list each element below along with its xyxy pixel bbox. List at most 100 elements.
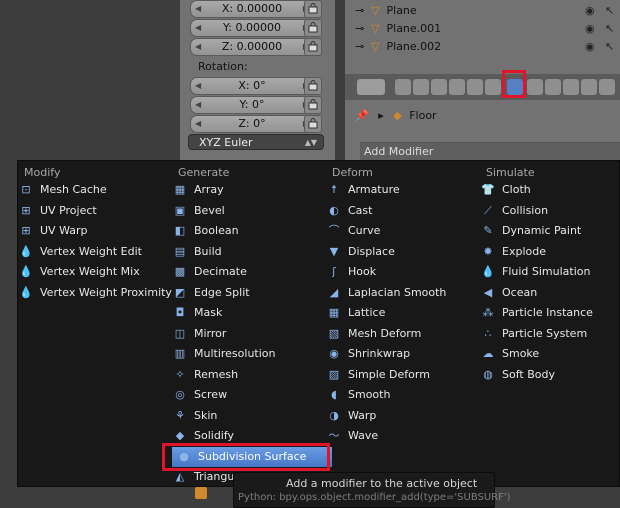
render-tab-icon[interactable] bbox=[395, 79, 411, 95]
menu-item-label: Fluid Simulation bbox=[502, 265, 591, 278]
decrement-arrow-icon[interactable]: ◀ bbox=[195, 1, 201, 17]
decrement-arrow-icon[interactable]: ◀ bbox=[195, 116, 201, 132]
menu-item-build[interactable]: ▤ Build bbox=[172, 242, 222, 262]
menu-item-label: Vertex Weight Mix bbox=[40, 265, 140, 278]
outliner-item[interactable]: ⊸▽ Plane.002 ◉ ↖ ▣ bbox=[355, 38, 620, 56]
outliner-item[interactable]: ⊸▽ Plane ◉ ↖ ▣ bbox=[355, 2, 620, 20]
menu-item-edge-split[interactable]: ◩ Edge Split bbox=[172, 283, 250, 303]
scene-tab-icon[interactable] bbox=[431, 79, 447, 95]
location-y-field[interactable]: ◀ Y: 0.00000 ▶ bbox=[190, 19, 314, 37]
lock-location-z-button[interactable] bbox=[304, 38, 322, 56]
menu-item-cast[interactable]: ◐ Cast bbox=[326, 201, 372, 221]
physics-tab-icon[interactable] bbox=[599, 79, 615, 95]
menu-item-bevel[interactable]: ▣ Bevel bbox=[172, 201, 225, 221]
data-tab-icon[interactable] bbox=[527, 79, 543, 95]
menu-item-hook[interactable]: ʃ Hook bbox=[326, 262, 376, 282]
lock-rotation-z-button[interactable] bbox=[304, 115, 322, 133]
menu-item-lattice[interactable]: ▦ Lattice bbox=[326, 303, 386, 323]
cloth-icon: 👕 bbox=[481, 183, 495, 196]
menu-item-label: Explode bbox=[502, 244, 546, 258]
menu-column-title-simulate: Simulate bbox=[486, 166, 535, 179]
decrement-arrow-icon[interactable]: ◀ bbox=[195, 78, 201, 94]
render-layers-tab-icon[interactable] bbox=[413, 79, 429, 95]
menu-item-label: Mirror bbox=[194, 326, 227, 340]
cursor-icon[interactable]: ↖ bbox=[605, 2, 614, 20]
eye-icon[interactable]: ◉ bbox=[585, 38, 595, 56]
menu-item-smoke[interactable]: ☁ Smoke bbox=[480, 344, 540, 364]
menu-item-multiresolution[interactable]: ▥ Multiresolution bbox=[172, 344, 276, 364]
eye-icon[interactable]: ◉ bbox=[585, 20, 595, 38]
rotation-mode-select[interactable]: XYZ Euler ▲▼ bbox=[188, 134, 324, 150]
lock-location-x-button[interactable] bbox=[304, 0, 322, 18]
mesh-icon bbox=[195, 487, 207, 499]
menu-item-explode[interactable]: ✸ Explode bbox=[480, 242, 546, 262]
menu-item-mesh-cache[interactable]: ⊡ Mesh Cache bbox=[18, 180, 106, 200]
menu-item-wave[interactable]: 〜 Wave bbox=[326, 426, 379, 446]
expand-icon[interactable]: ⊸ bbox=[355, 2, 367, 20]
menu-item-particle-instance[interactable]: ⁂ Particle Instance bbox=[480, 303, 593, 323]
texture-tab-icon[interactable] bbox=[563, 79, 579, 95]
location-z-field[interactable]: ◀ Z: 0.00000 ▶ bbox=[190, 38, 314, 56]
menu-item-vertex-weight-proximity[interactable]: 💧 Vertex Weight Proximity bbox=[18, 283, 172, 303]
add-modifier-button[interactable]: Add Modifier bbox=[360, 142, 620, 161]
screw-icon: ◎ bbox=[175, 388, 185, 401]
menu-item-shrinkwrap[interactable]: ◉ Shrinkwrap bbox=[326, 344, 410, 364]
location-x-field[interactable]: ◀ X: 0.00000 ▶ bbox=[190, 0, 314, 18]
expand-icon[interactable]: ⊸ bbox=[355, 38, 367, 56]
menu-item-mirror[interactable]: ◫ Mirror bbox=[172, 324, 227, 344]
decrement-arrow-icon[interactable]: ◀ bbox=[195, 20, 201, 36]
menu-item-cloth[interactable]: 👕 Cloth bbox=[480, 180, 531, 200]
decrement-arrow-icon[interactable]: ◀ bbox=[195, 97, 201, 113]
menu-item-displace[interactable]: ▼ Displace bbox=[326, 242, 395, 262]
menu-item-particle-system[interactable]: ∴ Particle System bbox=[480, 324, 588, 344]
menu-item-label: Remesh bbox=[194, 367, 239, 381]
menu-item-dynamic-paint[interactable]: ✎ Dynamic Paint bbox=[480, 221, 581, 241]
menu-item-ocean[interactable]: ◀ Ocean bbox=[480, 283, 537, 303]
material-tab-icon[interactable] bbox=[545, 79, 561, 95]
menu-item-armature[interactable]: ☨ Armature bbox=[326, 180, 400, 200]
menu-item-boolean[interactable]: ◧ Boolean bbox=[172, 221, 239, 241]
menu-item-remesh[interactable]: ✧ Remesh bbox=[172, 365, 238, 385]
menu-item-collision[interactable]: ⟋ Collision bbox=[480, 201, 548, 221]
rotation-y-field[interactable]: ◀ Y: 0° ▶ bbox=[190, 96, 314, 114]
cursor-icon[interactable]: ↖ bbox=[605, 20, 614, 38]
rotation-z-value: Z: 0° bbox=[238, 117, 266, 130]
menu-item-mask[interactable]: ◘ Mask bbox=[172, 303, 223, 323]
eye-icon[interactable]: ◉ bbox=[585, 2, 595, 20]
pin-icon[interactable]: 📌 bbox=[355, 109, 369, 122]
decrement-arrow-icon[interactable]: ◀ bbox=[195, 39, 201, 55]
particles-tab-icon[interactable] bbox=[581, 79, 597, 95]
constraints-tab-icon[interactable] bbox=[485, 79, 501, 95]
expand-icon[interactable]: ⊸ bbox=[355, 20, 367, 38]
menu-item-uv-project[interactable]: ⊞ UV Project bbox=[18, 201, 96, 221]
menu-item-warp[interactable]: ◑ Warp bbox=[326, 406, 376, 426]
object-tab-icon[interactable] bbox=[467, 79, 483, 95]
rotation-x-field[interactable]: ◀ X: 0° ▶ bbox=[190, 77, 314, 95]
menu-item-uv-warp[interactable]: ⊞ UV Warp bbox=[18, 221, 87, 241]
menu-item-array[interactable]: ▦ Array bbox=[172, 180, 224, 200]
rotation-z-field[interactable]: ◀ Z: 0° ▶ bbox=[190, 115, 314, 133]
menu-item-screw[interactable]: ◎ Screw bbox=[172, 385, 227, 405]
menu-item-soft-body[interactable]: ◍ Soft Body bbox=[480, 365, 555, 385]
menu-item-fluid-simulation[interactable]: 💧 Fluid Simulation bbox=[480, 262, 590, 282]
menu-item-laplacian-smooth[interactable]: ◢ Laplacian Smooth bbox=[326, 283, 447, 303]
cursor-icon[interactable]: ↖ bbox=[605, 38, 614, 56]
editor-type-button[interactable] bbox=[357, 79, 385, 95]
menu-column-title-generate: Generate bbox=[178, 166, 230, 179]
menu-item-decimate[interactable]: ▩ Decimate bbox=[172, 262, 247, 282]
menu-item-label: Cloth bbox=[502, 183, 531, 196]
menu-item-vertex-weight-mix[interactable]: 💧 Vertex Weight Mix bbox=[18, 262, 140, 282]
outliner-item[interactable]: ⊸▽ Plane.001 ◉ ↖ ▣ bbox=[355, 20, 620, 38]
menu-item-skin[interactable]: ⚘ Skin bbox=[172, 406, 217, 426]
menu-item-mesh-deform[interactable]: ▧ Mesh Deform bbox=[326, 324, 422, 344]
menu-item-curve[interactable]: ⌒ Curve bbox=[326, 221, 381, 241]
lock-rotation-x-button[interactable] bbox=[304, 77, 322, 95]
lock-location-y-button[interactable] bbox=[304, 19, 322, 37]
lock-rotation-y-button[interactable] bbox=[304, 96, 322, 114]
menu-item-smooth[interactable]: ◖ Smooth bbox=[326, 385, 390, 405]
menu-item-vertex-weight-edit[interactable]: 💧 Vertex Weight Edit bbox=[18, 242, 142, 262]
menu-item-label: Smooth bbox=[348, 388, 391, 401]
world-tab-icon[interactable] bbox=[449, 79, 465, 95]
menu-item-simple-deform[interactable]: ▨ Simple Deform bbox=[326, 365, 430, 385]
menu-item-label: Solidify bbox=[194, 429, 235, 442]
